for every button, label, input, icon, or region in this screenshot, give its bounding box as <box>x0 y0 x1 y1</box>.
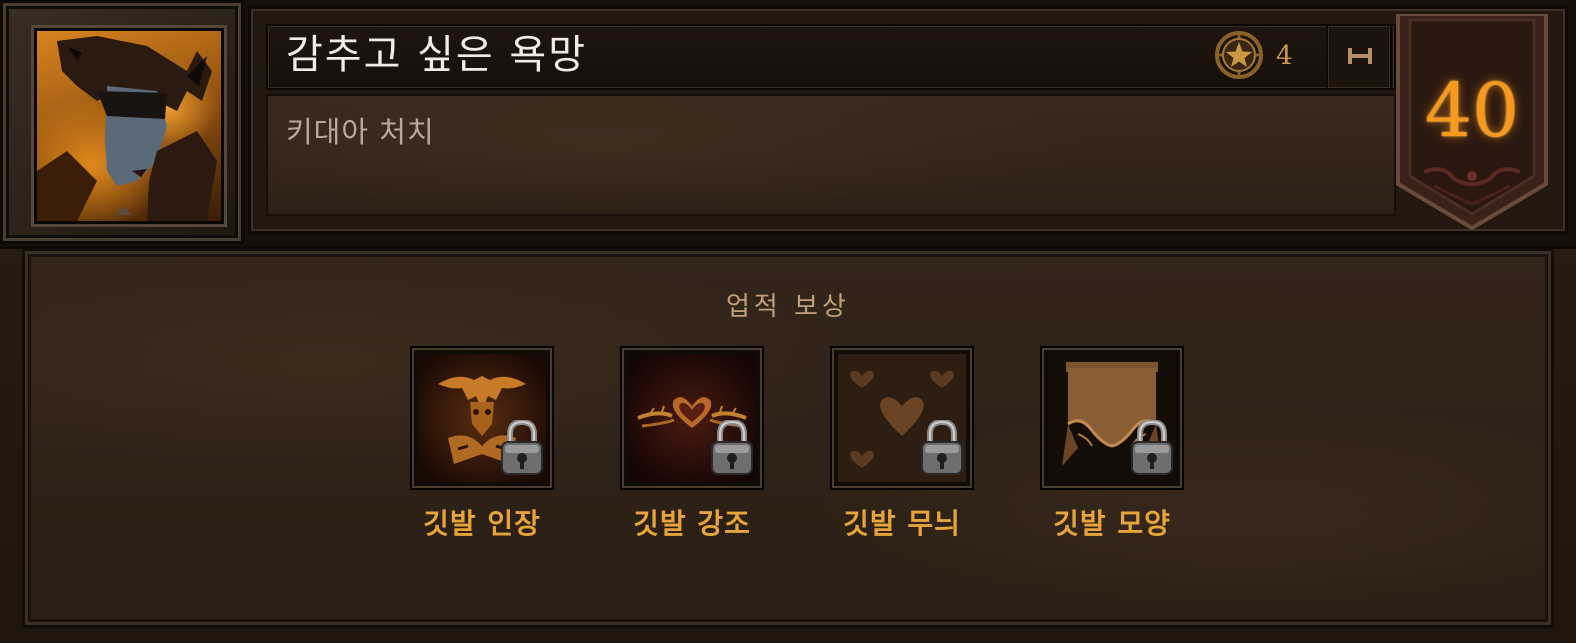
achievement-description: 키대아 처치 <box>286 115 435 149</box>
lock-icon <box>921 420 963 475</box>
achievement-tooltip: 감추고 싶은 욕망 4 키대아 처치 40 업적 보상 깃발 인장 깃발 강조 … <box>0 0 1576 643</box>
pin-icon[interactable] <box>1346 46 1374 66</box>
reward-label: 깃발 강조 <box>633 507 751 540</box>
lock-icon <box>1131 420 1173 475</box>
achievement-points: 4 <box>1276 41 1293 71</box>
reward-label: 깃발 모양 <box>1053 507 1171 540</box>
rewards-heading: 업적 보상 <box>726 292 850 322</box>
lock-icon <box>501 420 543 475</box>
reward-label: 깃발 인장 <box>423 507 541 540</box>
lock-icon <box>711 420 753 475</box>
demon-woman-portrait-icon <box>34 28 224 224</box>
achievement-level: 40 <box>1424 68 1520 154</box>
achievement-star-icon <box>1215 31 1263 79</box>
reward-label: 깃발 무늬 <box>843 507 961 540</box>
achievement-title: 감추고 싶은 욕망 <box>286 32 588 78</box>
description-area <box>266 94 1396 216</box>
portrait-notch <box>116 206 132 215</box>
